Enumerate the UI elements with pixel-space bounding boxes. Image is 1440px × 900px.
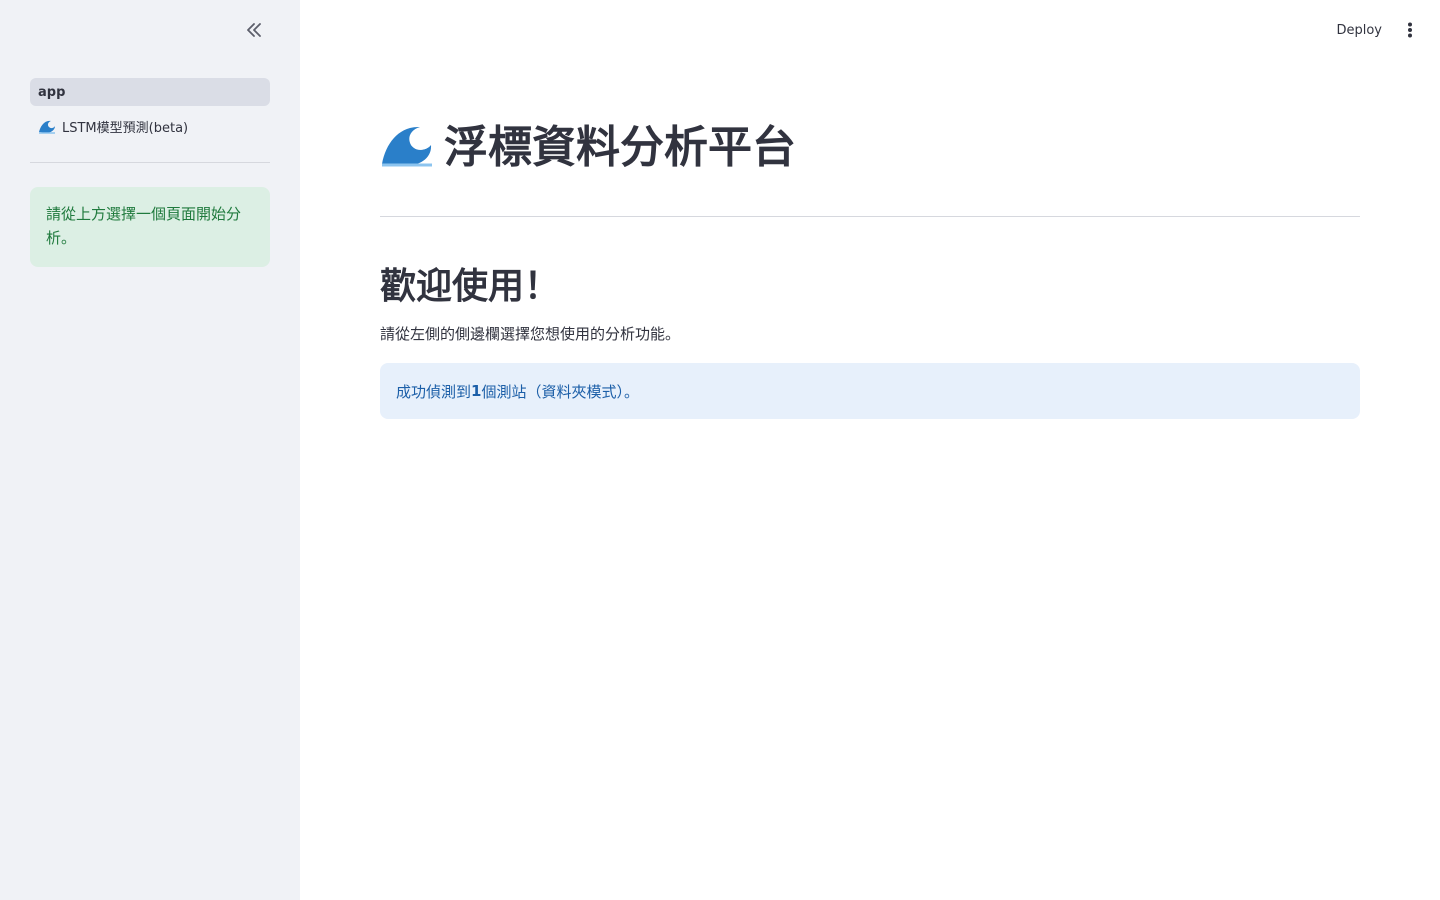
wave-icon bbox=[38, 118, 58, 134]
sidebar-success-alert: 請從上方選擇一個頁面開始分析。 bbox=[30, 187, 270, 267]
main-area: Deploy 浮標資料分析平台 歡迎使用！ 請從左側的側邊欄選擇您想使用的分析功… bbox=[300, 0, 1440, 900]
info-prefix: 成功偵測到 bbox=[396, 382, 472, 401]
title-divider bbox=[380, 216, 1360, 217]
sidebar-item-lstm[interactable]: LSTM模型預測(beta) bbox=[30, 112, 270, 140]
sidebar-divider bbox=[30, 162, 270, 163]
page-title: 浮標資料分析平台 bbox=[380, 110, 1360, 176]
double-chevron-left-icon bbox=[247, 23, 261, 37]
deploy-button[interactable]: Deploy bbox=[1326, 19, 1392, 42]
info-suffix: 個測站（資料夾模式）。 bbox=[481, 382, 639, 401]
top-toolbar: Deploy bbox=[1240, 0, 1440, 60]
welcome-heading: 歡迎使用！ bbox=[380, 266, 561, 307]
station-count: 1 bbox=[471, 382, 482, 400]
station-info-alert: 成功偵測到 1 個測站（資料夾模式）。 bbox=[380, 363, 1360, 419]
page-title-text: 浮標資料分析平台 bbox=[444, 122, 796, 173]
sidebar-item-label: app bbox=[38, 84, 66, 100]
sidebar: app LSTM模型預測(beta) 請從上方選擇一個頁面開始分析。 bbox=[0, 0, 300, 900]
sidebar-item-label: LSTM模型預測(beta) bbox=[62, 120, 189, 136]
vertical-dots-icon bbox=[1408, 22, 1412, 38]
sidebar-item-app[interactable]: app bbox=[30, 78, 270, 106]
wave-icon bbox=[382, 126, 432, 167]
collapse-sidebar-button[interactable] bbox=[240, 18, 268, 42]
main-menu-button[interactable] bbox=[1402, 18, 1418, 42]
app-root: app LSTM模型預測(beta) 請從上方選擇一個頁面開始分析。 Deplo… bbox=[0, 0, 1440, 900]
sidebar-nav: app LSTM模型預測(beta) bbox=[30, 78, 270, 146]
description-text: 請從左側的側邊欄選擇您想使用的分析功能。 bbox=[380, 325, 681, 343]
main-content: 浮標資料分析平台 歡迎使用！ 請從左側的側邊欄選擇您想使用的分析功能。 成功偵測… bbox=[380, 110, 1360, 419]
